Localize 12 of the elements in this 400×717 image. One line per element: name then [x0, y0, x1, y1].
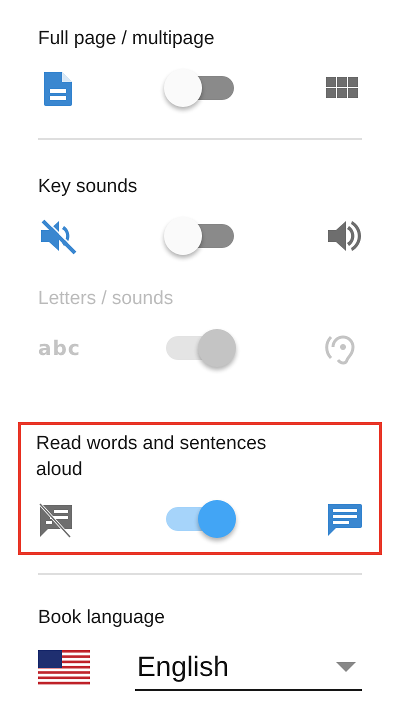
toggle-switch[interactable] — [164, 498, 236, 540]
setting-label: Read words and sentences aloud — [36, 432, 268, 482]
caret-icon — [336, 662, 356, 672]
language-dropdown[interactable]: English — [135, 645, 362, 691]
letters-icon: abc — [38, 336, 82, 360]
flag-icon — [38, 650, 90, 686]
section-label: Book language — [38, 606, 166, 630]
toggle-switch[interactable] — [164, 215, 236, 257]
setting-label: Letters / sounds — [38, 287, 174, 311]
setting-label: Key sounds — [38, 175, 138, 199]
setting-label: Full page / multipage — [38, 27, 216, 51]
toggle-switch[interactable] — [164, 67, 236, 109]
